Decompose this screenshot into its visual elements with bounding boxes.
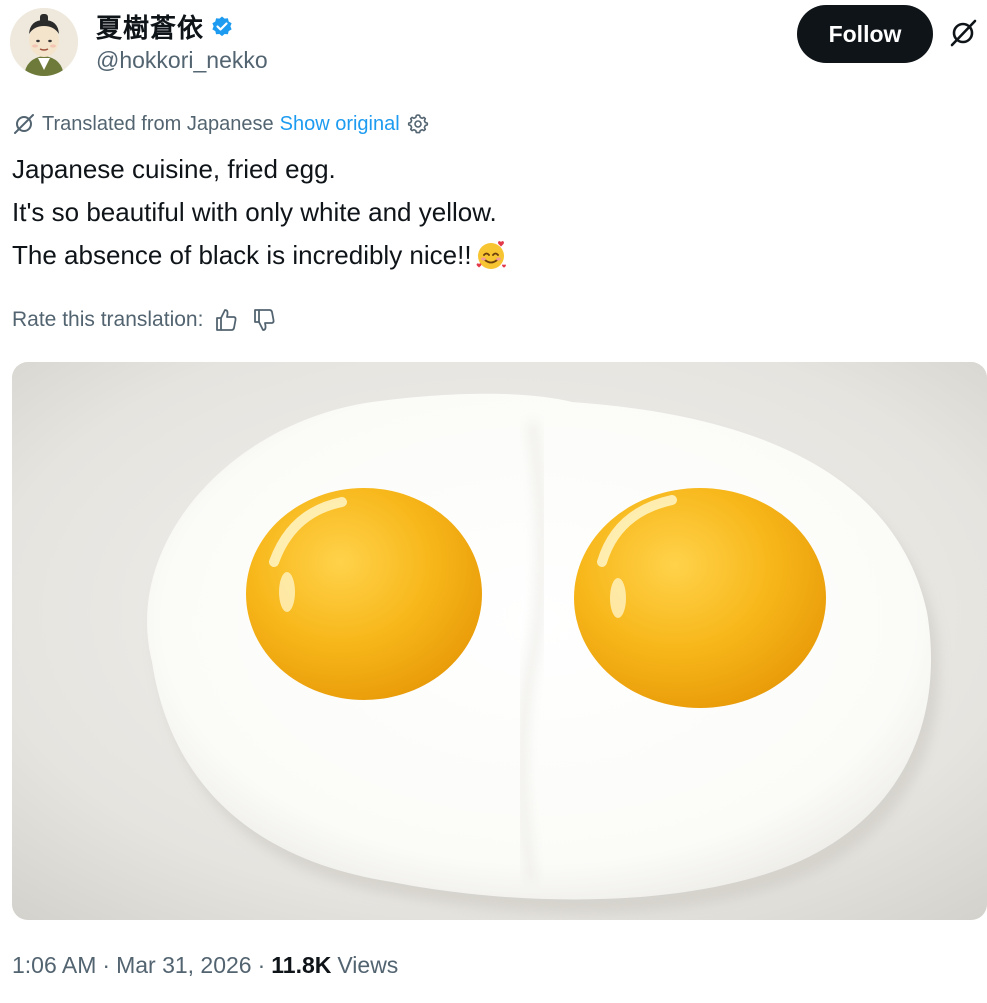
show-original-link[interactable]: Show original (280, 113, 400, 136)
avatar[interactable] (10, 8, 78, 76)
views-label: Views (337, 952, 399, 978)
rate-translation: Rate this translation: (12, 304, 279, 336)
thumbs-down-icon[interactable] (249, 305, 279, 335)
tweet-meta: 1:06 AM · Mar 31, 2026 · 11.8K Views (12, 952, 398, 979)
meta-separator: · (102, 952, 111, 978)
translated-from-label: Translated from Japanese (42, 112, 274, 135)
rate-translation-label: Rate this translation: (12, 308, 204, 331)
verified-badge-icon (212, 16, 232, 36)
grok-icon[interactable] (948, 18, 978, 48)
tweet-line-1: Japanese cuisine, fried egg. (12, 154, 336, 184)
display-name[interactable]: 夏樹蒼依 (96, 8, 234, 45)
follow-button[interactable]: Follow (797, 5, 933, 63)
tweet-line-3: The absence of black is incredibly nice!… (12, 240, 472, 270)
tweet-line-2: It's so beautiful with only white and ye… (12, 197, 497, 227)
tweet-header: 夏樹蒼依 @hokkori_nekko Follow (0, 0, 987, 80)
smiling-face-with-hearts-icon (476, 241, 506, 269)
tweet-text: Japanese cuisine, fried egg. It's so bea… (12, 148, 508, 277)
thumbs-up-icon[interactable] (211, 305, 241, 335)
tweet-date[interactable]: Mar 31, 2026 (116, 952, 252, 979)
meta-separator: · (257, 952, 266, 978)
tweet-photo[interactable] (12, 362, 987, 920)
tweet-line-3-wrap: The absence of black is incredibly nice!… (12, 234, 508, 277)
gear-icon[interactable] (406, 112, 430, 136)
tweet-time[interactable]: 1:06 AM (12, 952, 96, 979)
samurai-avatar-icon (10, 8, 78, 76)
grok-translate-icon (14, 114, 34, 134)
display-name-text[interactable]: 夏樹蒼依 (96, 8, 204, 45)
fried-eggs-image (12, 362, 987, 920)
views-count: 11.8K (271, 952, 332, 978)
user-handle[interactable]: @hokkori_nekko (96, 47, 268, 74)
translation-notice: Translated from Japanese Show original (12, 110, 430, 138)
